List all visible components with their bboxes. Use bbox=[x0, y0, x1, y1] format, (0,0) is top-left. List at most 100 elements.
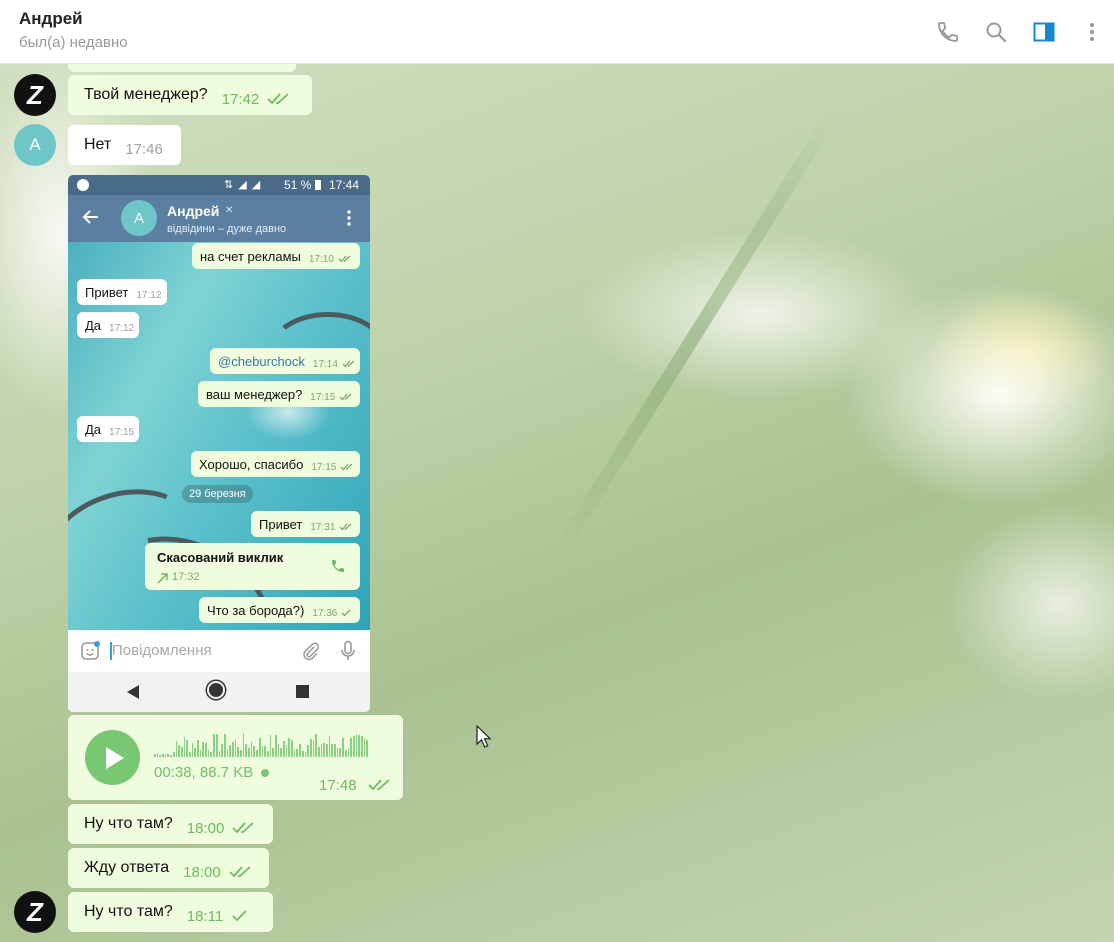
waveform-bar bbox=[221, 744, 223, 757]
phone-bubble-text: на счет рекламы bbox=[200, 248, 301, 264]
waveform-bar bbox=[188, 751, 191, 757]
phone-bubble: Хорошо, спасибо 17:15 bbox=[191, 451, 360, 477]
play-button[interactable] bbox=[85, 730, 140, 785]
phone-bubble-text: Привет bbox=[259, 516, 303, 532]
nav-recents-icon bbox=[296, 685, 309, 698]
waveform-bar bbox=[304, 752, 307, 757]
screenshot-image-message[interactable]: ⇅ ◢ ◢ 51 % 17:44 A Андрей ✕ відвідини – … bbox=[68, 175, 370, 712]
phone-contact-avatar: A bbox=[121, 200, 157, 236]
waveform-bar bbox=[197, 739, 199, 757]
waveform-bar bbox=[172, 752, 175, 757]
phone-chat-header: A Андрей ✕ відвідини – дуже давно bbox=[68, 195, 370, 242]
phone-bubble: Что за борода?) 17:36 bbox=[199, 597, 360, 623]
voice-message[interactable]: 00:38, 88.7 KB 17:48 bbox=[68, 715, 403, 800]
contact-name[interactable]: Андрей bbox=[19, 9, 83, 29]
waveform-bar bbox=[366, 740, 368, 757]
phone-bubble: Привет 17:12 bbox=[77, 279, 167, 305]
waveform-bar bbox=[283, 740, 285, 757]
microphone-icon bbox=[340, 640, 356, 667]
avatar-contact[interactable]: A bbox=[14, 124, 56, 166]
phone-bubble: Да 17:15 bbox=[77, 416, 139, 442]
waveform-bar bbox=[210, 752, 213, 757]
waveform-bar bbox=[266, 751, 269, 757]
message-bubble[interactable]: Ну что там? 18:00 bbox=[68, 804, 273, 844]
message-bubble[interactable]: Нет 17:46 bbox=[68, 125, 181, 165]
waveform-bar bbox=[350, 737, 352, 757]
mouse-cursor-icon bbox=[476, 724, 492, 754]
avatar-self[interactable]: Z bbox=[14, 891, 56, 933]
waveform-bar bbox=[245, 744, 248, 757]
avatar-letter: A bbox=[29, 135, 41, 154]
waveform-bar bbox=[218, 750, 221, 757]
nav-back-icon bbox=[127, 685, 139, 699]
voice-duration-size: 00:38, 88.7 KB bbox=[154, 764, 270, 781]
android-nav-bar bbox=[68, 672, 370, 712]
sidebar-toggle-icon[interactable] bbox=[1030, 18, 1058, 46]
message-bubble[interactable]: Ну что там? 18:11 bbox=[68, 892, 273, 932]
phone-icon[interactable] bbox=[934, 18, 962, 46]
waveform-bar bbox=[336, 747, 339, 757]
message-text: Твой менеджер? bbox=[84, 86, 208, 103]
message-text: Ну что там? bbox=[84, 903, 173, 920]
more-vertical-icon[interactable] bbox=[1078, 18, 1106, 46]
waveform-bar bbox=[191, 743, 194, 757]
phone-bubble-time: 17:10 bbox=[308, 253, 334, 265]
waveform-bar bbox=[296, 748, 299, 757]
message-bubble[interactable]: Твой менеджер? 17:42 bbox=[68, 75, 312, 115]
phone-bubble-text: Привет bbox=[85, 284, 129, 300]
message-bubble[interactable]: Жду ответа 18:00 bbox=[68, 848, 269, 888]
phone-bubble: Привет 17:31 bbox=[251, 511, 360, 537]
battery-percent: 51 % bbox=[284, 178, 312, 192]
waveform-bar bbox=[256, 749, 258, 757]
waveform-bar bbox=[288, 737, 291, 757]
waveform-bar bbox=[213, 734, 215, 757]
phone-bubble-time: 17:15 bbox=[109, 426, 135, 438]
battery-icon bbox=[315, 180, 321, 190]
waveform-bar bbox=[355, 733, 358, 757]
check-icon bbox=[341, 609, 351, 617]
waveform-bar bbox=[360, 735, 363, 757]
waveform-bar bbox=[334, 744, 336, 757]
waveform-bar bbox=[315, 733, 317, 757]
check-icon bbox=[231, 910, 249, 922]
phone-bubble-time: 17:15 bbox=[311, 461, 337, 473]
waveform-bar bbox=[183, 737, 186, 757]
background-flower-stem bbox=[554, 106, 842, 555]
waveform-bar bbox=[331, 744, 334, 757]
avatar-letter: Z bbox=[27, 896, 43, 927]
phone-icon bbox=[330, 558, 346, 579]
waveform-bar bbox=[175, 741, 178, 757]
phone-bubble-text: Да bbox=[85, 421, 102, 437]
call-title: Скасований виклик bbox=[157, 550, 284, 565]
double-check-icon bbox=[342, 360, 356, 368]
call-time: 17:32 bbox=[172, 571, 200, 583]
waveform-bar bbox=[307, 744, 309, 757]
waveform-bar bbox=[199, 749, 202, 757]
avatar-self[interactable]: Z bbox=[14, 74, 56, 116]
waveform-bar bbox=[309, 739, 312, 757]
more-vertical-icon bbox=[346, 209, 352, 232]
waveform-bar bbox=[342, 738, 344, 757]
waveform-bar bbox=[339, 748, 342, 757]
voice-waveform[interactable] bbox=[154, 733, 386, 757]
waveform-bar bbox=[328, 736, 331, 757]
waveform-bar bbox=[194, 748, 196, 757]
search-icon[interactable] bbox=[982, 18, 1010, 46]
waveform-bar bbox=[274, 735, 277, 757]
phone-bubble-time: 17:12 bbox=[109, 322, 135, 334]
waveform-bar bbox=[250, 742, 253, 757]
waveform-bar bbox=[280, 748, 282, 757]
waveform-bar bbox=[205, 743, 207, 757]
chat-header: Андрей был(а) недавно bbox=[0, 0, 1114, 64]
phone-bubble-time: 17:15 bbox=[310, 391, 336, 403]
sticker-icon bbox=[80, 641, 100, 666]
message-text: Нет bbox=[84, 136, 112, 153]
phone-contact-name: Андрей bbox=[167, 203, 220, 219]
phone-bubble-text: Хорошо, спасибо bbox=[199, 456, 304, 472]
waveform-bar bbox=[352, 735, 355, 757]
waveform-bar bbox=[164, 753, 167, 757]
phone-bubble-time: 17:14 bbox=[312, 358, 338, 370]
waveform-bar bbox=[248, 748, 250, 757]
waveform-bar bbox=[320, 744, 323, 757]
phone-status-bar: ⇅ ◢ ◢ 51 % 17:44 bbox=[68, 175, 370, 195]
